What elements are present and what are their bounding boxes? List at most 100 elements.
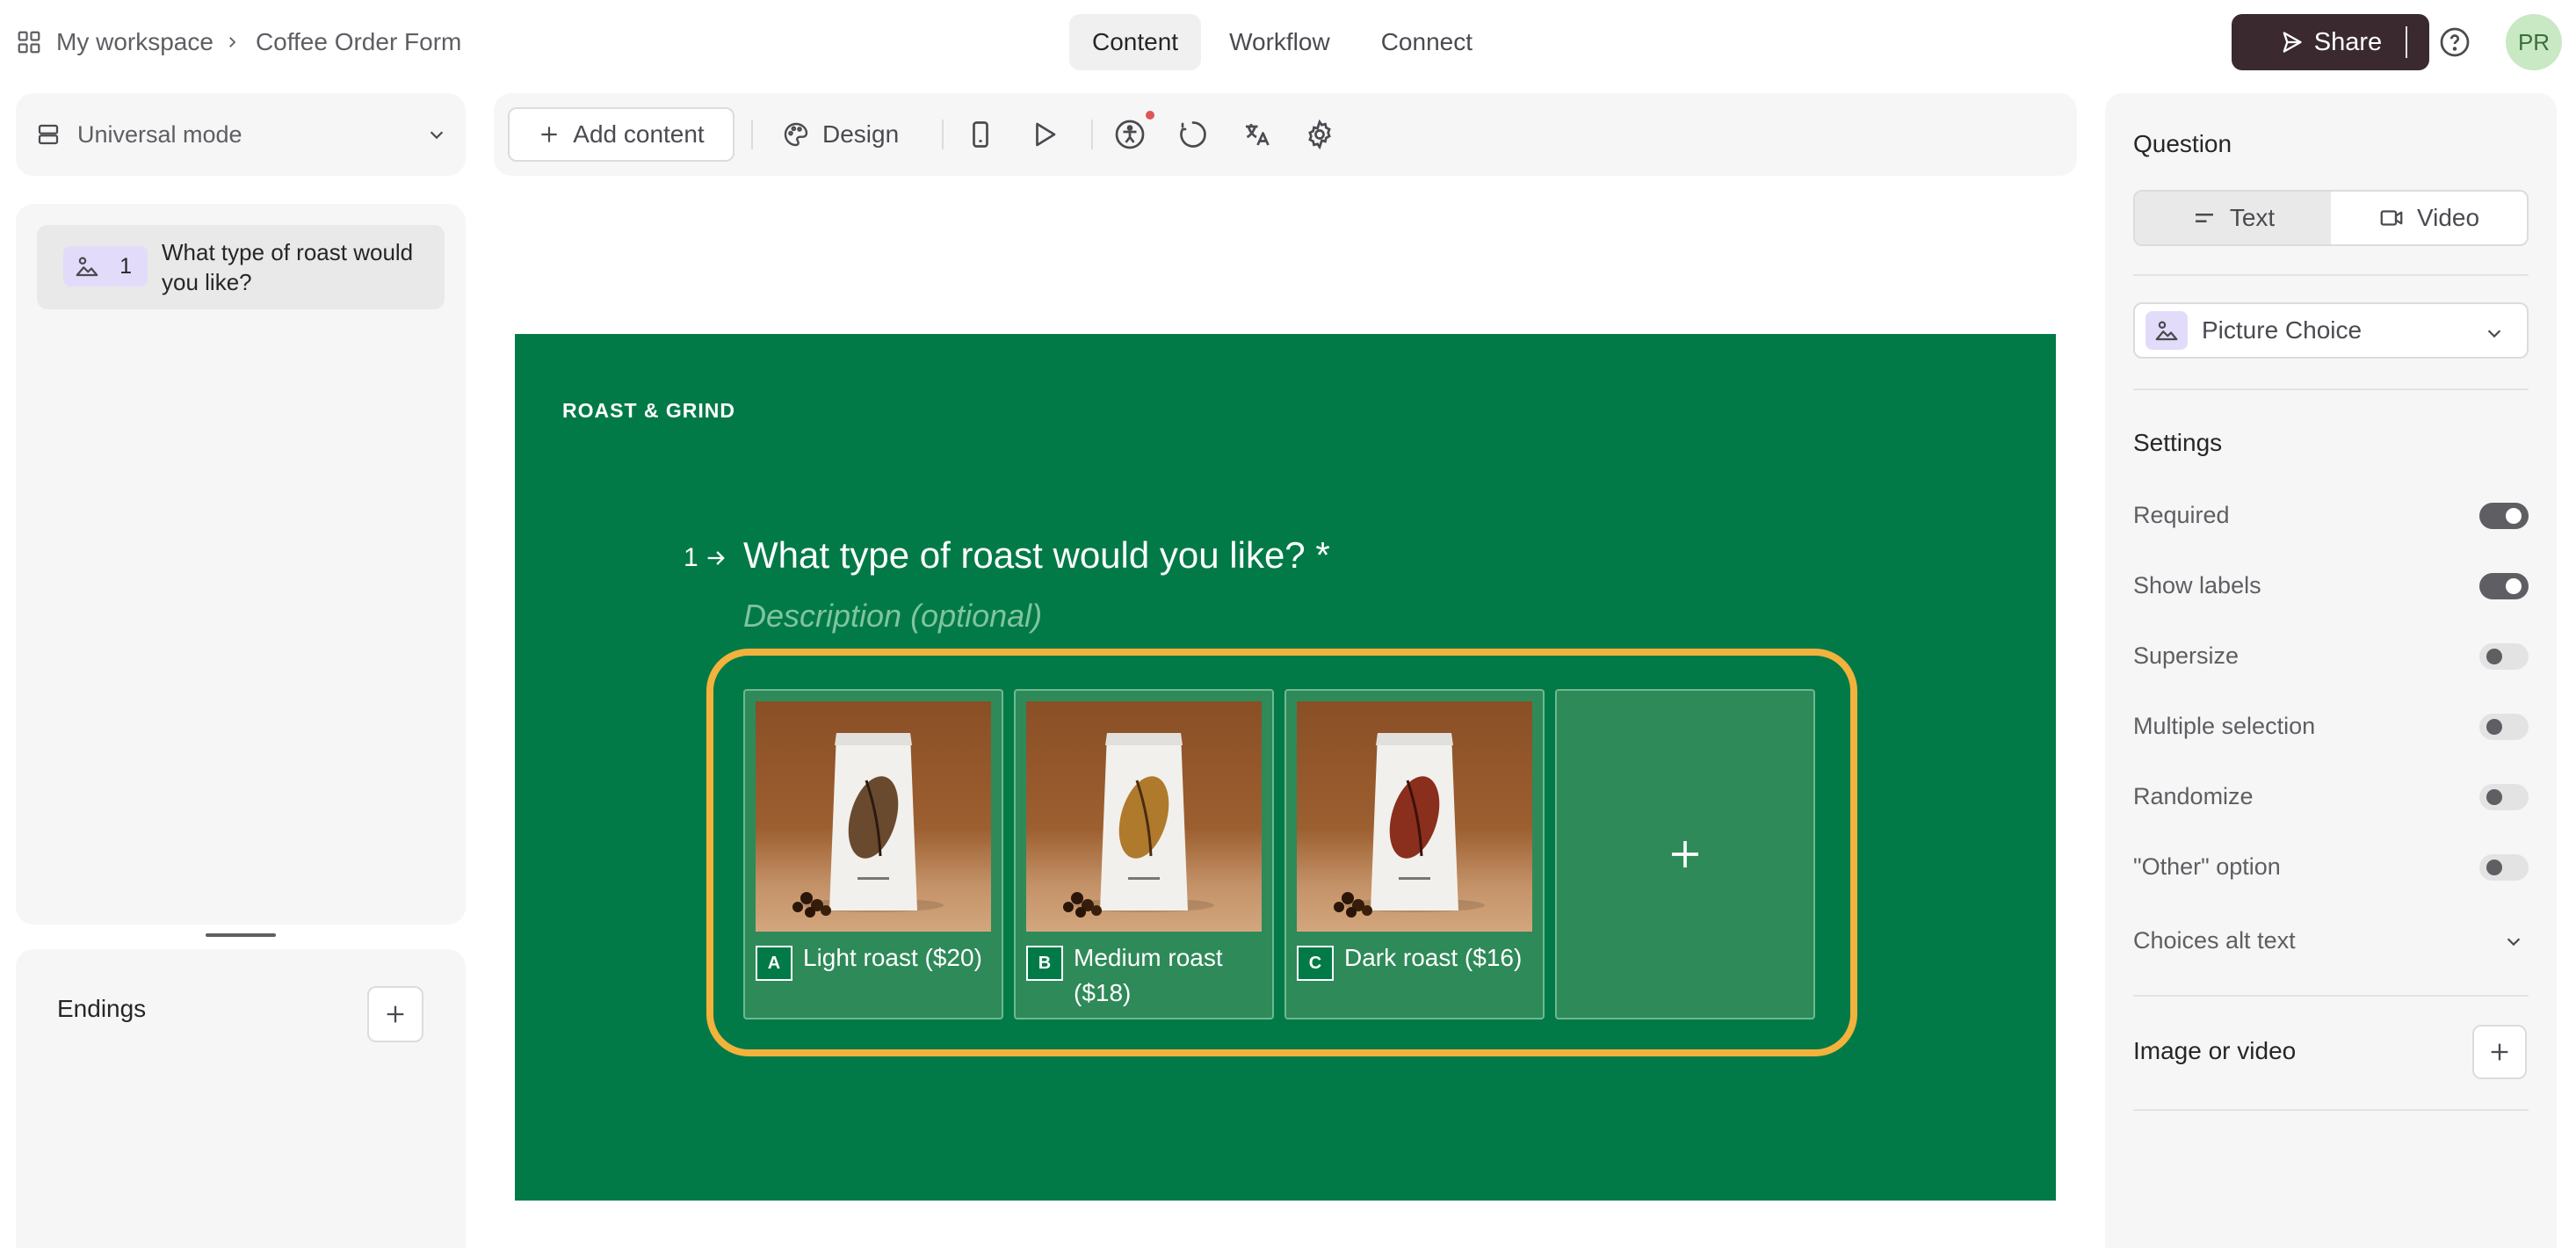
chevron-down-icon [2487, 330, 2501, 338]
picture-choice-icon [2155, 321, 2178, 341]
question-description[interactable]: Description (optional) [743, 598, 1042, 635]
question-list-title: What type of roast would you like? [162, 239, 414, 295]
loading-icon[interactable] [1177, 119, 1209, 150]
tab-content[interactable]: Content [1069, 14, 1202, 70]
toggle-knob [2506, 578, 2522, 594]
text-lines-icon [2195, 214, 2213, 222]
question-number: 1 [119, 253, 132, 279]
setting-other-option: "Other" option [2133, 849, 2529, 884]
question-heading: Question [2133, 130, 2232, 157]
media-heading: Image or video [2133, 1037, 2297, 1064]
setting-show-labels: Show labels [2133, 568, 2529, 603]
toolbar-divider [1091, 120, 1093, 149]
setting-label: Randomize [2133, 782, 2254, 809]
add-choice-button[interactable] [1555, 689, 1815, 1019]
translate-icon[interactable] [1241, 119, 1272, 150]
required-toggle[interactable] [2479, 503, 2529, 529]
toggle-knob [2486, 860, 2502, 875]
setting-label: Multiple selection [2133, 712, 2316, 739]
editor-toolbar: Add content Design [494, 93, 2077, 176]
choice-image [1297, 701, 1532, 932]
question-list-item[interactable]: 1 What type of roast would you like? [37, 225, 445, 309]
question-index: 1 [684, 543, 728, 573]
layout-icon [38, 124, 59, 145]
chevron-down-icon [430, 131, 444, 140]
toggle-knob [2506, 508, 2522, 524]
setting-label: Show labels [2133, 571, 2261, 599]
choice-key: B [1026, 946, 1063, 981]
design-label: Design [822, 120, 900, 148]
accessibility-icon[interactable] [1114, 119, 1146, 150]
apps-grid-icon[interactable] [16, 29, 56, 55]
choices-alt-text-expander[interactable]: Choices alt text [2133, 923, 2529, 958]
choice-card-b[interactable]: B Medium roast ($18) [1014, 689, 1274, 1019]
tab-workflow[interactable]: Workflow [1206, 14, 1353, 70]
choice-key: A [756, 946, 792, 981]
toggle-knob [2486, 649, 2502, 664]
setting-multiple-selection: Multiple selection [2133, 708, 2529, 744]
plus-icon [541, 127, 557, 142]
endings-panel: Endings [16, 949, 466, 1248]
choice-key: C [1297, 946, 1334, 981]
format-text-option[interactable]: Text [2135, 192, 2331, 244]
setting-randomize: Randomize [2133, 779, 2529, 814]
setting-label: Required [2133, 501, 2230, 528]
setting-supersize: Supersize [2133, 638, 2529, 673]
share-label: Share [2313, 27, 2383, 56]
choice-card-c[interactable]: C Dark roast ($16) [1284, 689, 1545, 1019]
mode-select[interactable]: Universal mode [16, 93, 466, 176]
choice-image [756, 701, 991, 932]
setting-label: "Other" option [2133, 853, 2281, 880]
panel-divider [2133, 1109, 2529, 1111]
question-title[interactable]: What type of roast would you like? * [743, 534, 1330, 577]
form-canvas: ROAST & GRIND 1 What type of roast would… [515, 334, 2056, 1201]
show-labels-toggle[interactable] [2479, 573, 2529, 599]
question-type-label: Picture Choice [2202, 316, 2363, 344]
arrow-right-icon [707, 551, 725, 565]
toolbar-divider [2406, 26, 2407, 58]
question-type-select[interactable]: Picture Choice [2133, 302, 2529, 359]
main-tabs: Content Workflow Connect [1069, 14, 1501, 70]
form-title[interactable]: Coffee Order Form [256, 28, 461, 56]
plus-icon [1672, 841, 1698, 867]
question-list: 1 What type of roast would you like? [16, 204, 466, 925]
question-index-number: 1 [684, 543, 698, 572]
choice-label[interactable]: Light roast ($20) [803, 940, 996, 976]
settings-heading: Settings [2133, 429, 2223, 456]
add-media-button[interactable] [2472, 1025, 2527, 1079]
choice-card-a[interactable]: A Light roast ($20) [743, 689, 1003, 1019]
palette-icon [784, 122, 808, 147]
workspace-link[interactable]: My workspace [56, 28, 213, 56]
format-video-option[interactable]: Video [2331, 192, 2527, 244]
mobile-preview-icon[interactable] [965, 119, 996, 150]
add-content-label: Add content [573, 120, 705, 148]
play-icon[interactable] [1028, 119, 1060, 150]
toolbar-divider [751, 120, 753, 149]
setting-label: Supersize [2133, 642, 2240, 669]
notification-dot [1146, 111, 1154, 120]
add-ending-button[interactable] [367, 986, 423, 1042]
gear-icon[interactable] [1304, 119, 1335, 150]
design-button[interactable]: Design [782, 107, 899, 162]
help-icon[interactable] [2439, 26, 2471, 58]
chevron-down-icon [2507, 938, 2521, 947]
tab-connect[interactable]: Connect [1358, 14, 1495, 70]
question-format-toggle: Text Video [2133, 190, 2529, 246]
setting-required: Required [2133, 497, 2529, 533]
choice-image [1026, 701, 1262, 932]
choice-label[interactable]: Dark roast ($16) [1344, 940, 1538, 976]
top-bar: My workspace Coffee Order Form Content W… [0, 0, 2576, 84]
share-button[interactable]: Share [2232, 14, 2429, 70]
resize-handle[interactable] [206, 933, 276, 937]
add-content-button[interactable]: Add content [508, 107, 734, 162]
choice-label[interactable]: Medium roast ($18) [1074, 940, 1267, 1011]
picture-choice-icon [76, 257, 98, 277]
question-badge: 1 [63, 246, 148, 287]
supersize-toggle[interactable] [2479, 643, 2529, 670]
toolbar-divider [942, 120, 944, 149]
randomize-toggle[interactable] [2479, 784, 2529, 810]
multiple-selection-toggle[interactable] [2479, 714, 2529, 740]
panel-divider [2133, 995, 2529, 997]
other-option-toggle[interactable] [2479, 854, 2529, 881]
avatar[interactable]: PR [2506, 14, 2562, 70]
